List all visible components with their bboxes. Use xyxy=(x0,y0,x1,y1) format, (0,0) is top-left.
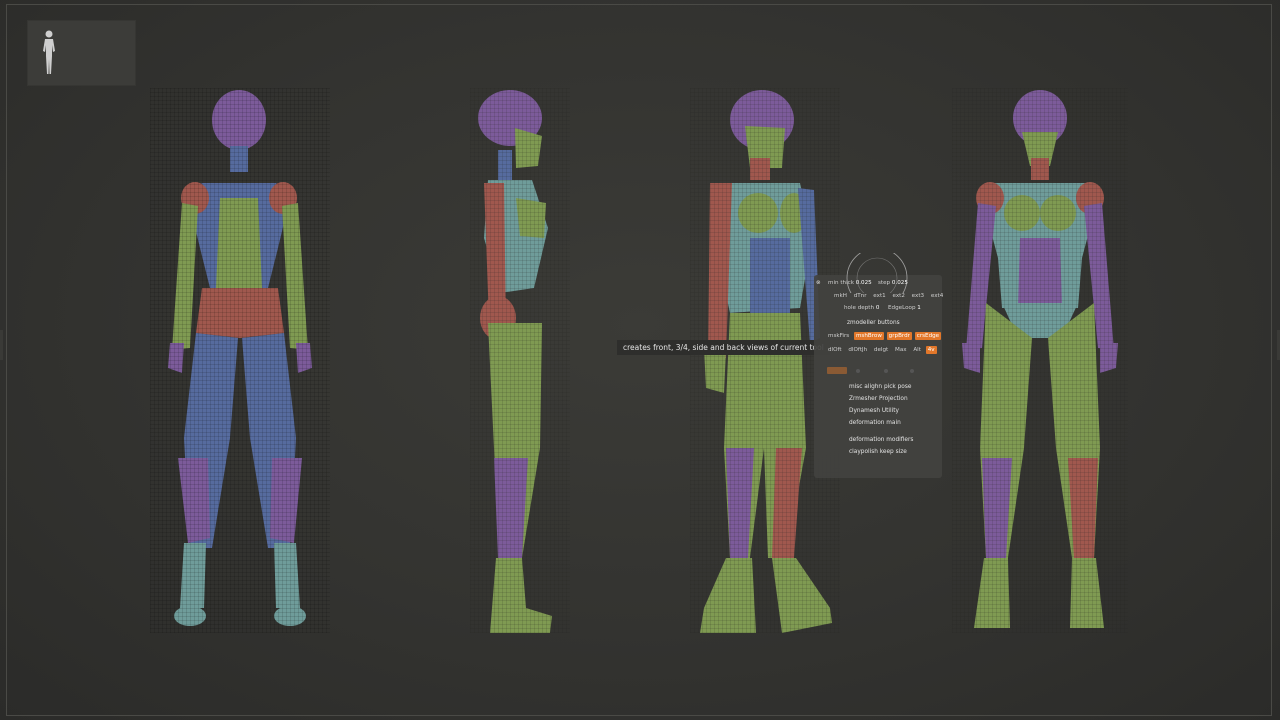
slot-dot-3[interactable] xyxy=(910,369,914,373)
dloft-button[interactable]: dlOft xyxy=(826,346,844,354)
edgeloop-label: EdgeLoop xyxy=(888,305,916,311)
figure-back-view xyxy=(150,88,330,633)
min-thick-slider[interactable]: min thick 0.025 xyxy=(828,280,872,286)
min-thick-label: min thick xyxy=(828,280,854,286)
grpbrdr-button[interactable]: grpBrdr xyxy=(886,332,912,340)
menu-item-claypolish[interactable]: claypolish keep size xyxy=(849,449,907,455)
min-thick-value: 0.025 xyxy=(855,280,872,286)
ext2-button[interactable]: ext2 xyxy=(890,292,906,300)
menu-item-misc-pose[interactable]: misc alighn pick pose xyxy=(849,384,911,390)
edgeloop-value: 1 xyxy=(917,305,921,311)
misc-button-row: dlOft dlOftJh delgt Max Alt 4v xyxy=(826,346,938,354)
step-value: 0.025 xyxy=(891,280,908,286)
tool-thumbnail[interactable] xyxy=(27,20,136,86)
four-views-button[interactable]: 4v xyxy=(925,346,937,354)
edgeloop-slider[interactable]: EdgeLoop 1 xyxy=(888,305,921,311)
mkh-button[interactable]: mkH xyxy=(832,292,849,300)
alt-button[interactable]: Alt xyxy=(911,346,923,354)
ext3-button[interactable]: ext3 xyxy=(910,292,926,300)
step-slider[interactable]: step 0.025 xyxy=(878,280,908,286)
delgt-button[interactable]: delgt xyxy=(872,346,890,354)
slot-dot-2[interactable] xyxy=(884,369,888,373)
menu-item-deformation-modifiers[interactable]: deformation modifiers xyxy=(849,437,913,443)
hole-depth-value: 0 xyxy=(875,305,880,311)
human-figure-icon xyxy=(43,30,55,74)
mskfirs-button[interactable]: mskFirs xyxy=(826,332,851,340)
figure-side-view xyxy=(470,88,570,633)
hole-depth-slider[interactable]: hole depth 0 xyxy=(844,305,879,311)
crsedge-button[interactable]: crsEdge xyxy=(914,332,942,340)
slot-dot-1[interactable] xyxy=(856,369,860,373)
ext1-button[interactable]: ext1 xyxy=(871,292,887,300)
orange-slot-button[interactable] xyxy=(827,367,847,374)
menu-item-zremesher-projection[interactable]: Zrmesher Projection xyxy=(849,396,908,402)
step-label: step xyxy=(878,280,891,286)
figure-front-view xyxy=(952,88,1128,633)
dloftjh-button[interactable]: dlOftJh xyxy=(846,346,869,354)
mshbrow-button[interactable]: mshBrow xyxy=(853,332,884,340)
brush-circle-icon xyxy=(846,253,908,293)
close-icon[interactable]: ⊗ xyxy=(816,280,821,286)
tooltip: creates front, 3/4, side and back views … xyxy=(617,340,830,355)
max-button[interactable]: Max xyxy=(893,346,909,354)
menu-item-deformation-main[interactable]: deformation main xyxy=(849,420,901,426)
zmodeller-plugin-panel: ⊗ min thick 0.025 step 0.025 mkH dTnr ex… xyxy=(814,253,943,478)
ext-button-row: mkH dTnr ext1 ext2 ext3 ext4 xyxy=(832,292,946,300)
menu-item-dynamesh-utility[interactable]: Dynamesh Utility xyxy=(849,408,899,414)
zmodeller-button-row: mskFirs mshBrow grpBrdr crsEdge xyxy=(826,332,942,340)
hole-depth-label: hole depth xyxy=(844,305,875,311)
ext4-button[interactable]: ext4 xyxy=(929,292,945,300)
dtnr-button[interactable]: dTnr xyxy=(852,292,869,300)
section-title: zmodeller buttons xyxy=(847,320,900,326)
left-tray-handle[interactable] xyxy=(0,330,3,360)
